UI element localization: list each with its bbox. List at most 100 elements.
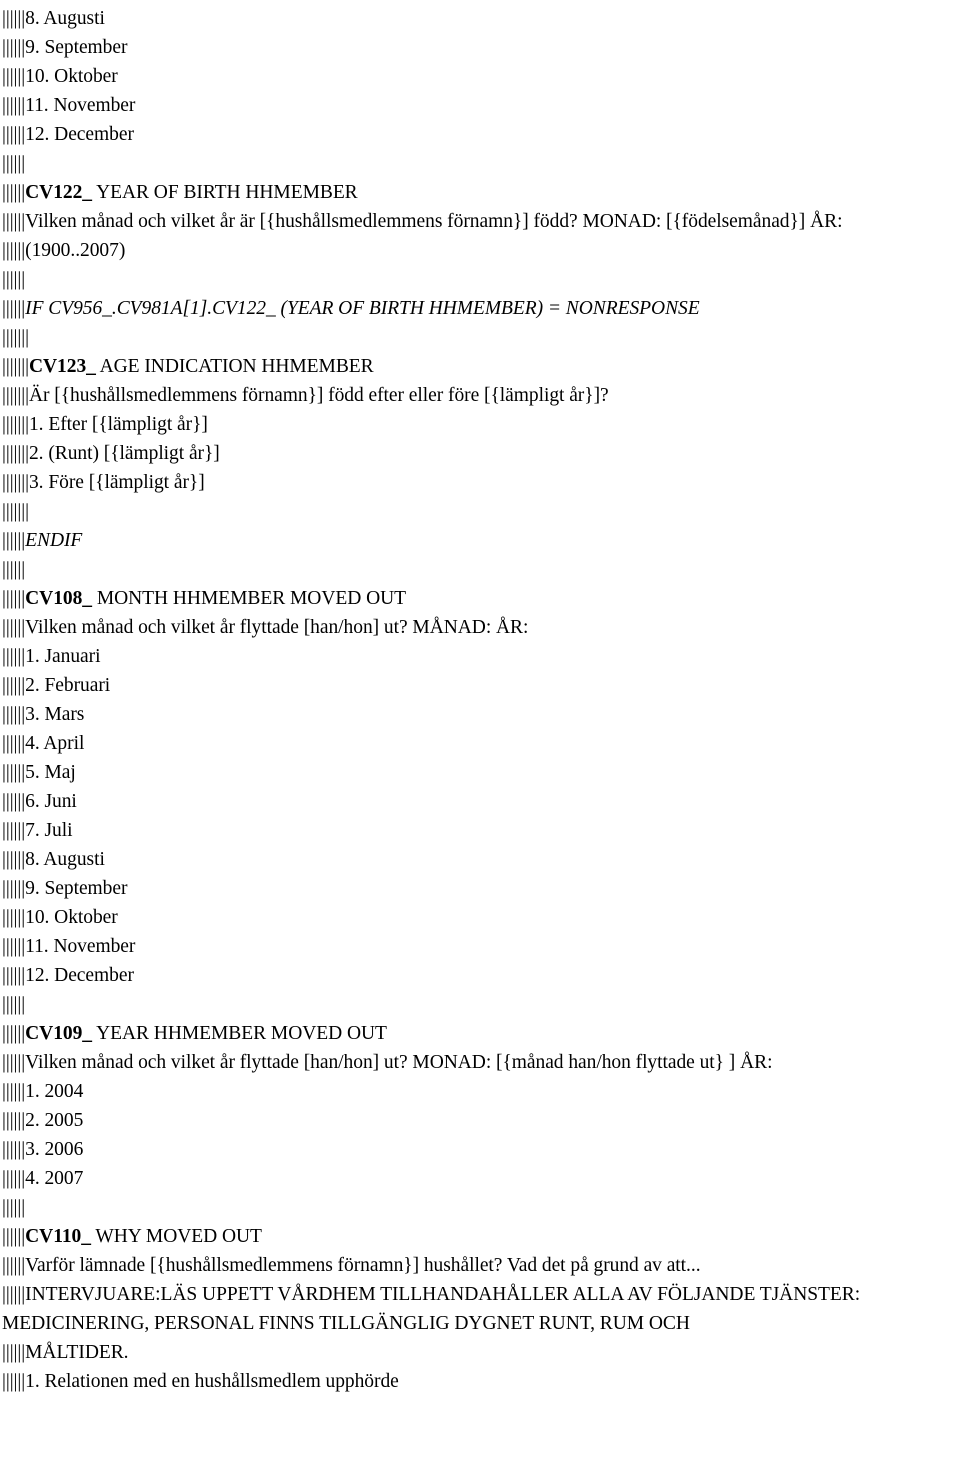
- codebook-line: ||||||1. Relationen med en hushållsmedle…: [2, 1367, 956, 1396]
- indent-pipes: ||||||: [2, 530, 26, 551]
- line-text: 10. Oktober: [25, 907, 118, 928]
- indent-pipes: ||||||: [2, 66, 26, 87]
- indent-pipes: ||||||: [2, 1371, 26, 1392]
- codebook-line: ||||||Varför lämnade [{hushållsmedlemmen…: [2, 1251, 956, 1280]
- variable-code: CV109_: [25, 1023, 92, 1044]
- indent-pipes: ||||||: [2, 994, 26, 1015]
- indent-pipes: ||||||: [2, 8, 26, 29]
- indent-pipes: ||||||: [2, 211, 26, 232]
- indent-pipes: ||||||: [2, 95, 26, 116]
- indent-pipes: ||||||: [2, 936, 26, 957]
- variable-title: YEAR HHMEMBER MOVED OUT: [92, 1023, 387, 1044]
- indent-pipes: ||||||: [2, 124, 26, 145]
- indent-pipes: ||||||: [2, 733, 26, 754]
- codebook-line: ||||||11. November: [2, 932, 956, 961]
- indent-pipes: |||||||: [2, 356, 29, 377]
- indent-pipes: ||||||: [2, 298, 26, 319]
- codebook-line: ||||||8. Augusti: [2, 845, 956, 874]
- codebook-line: ||||||CV108_ MONTH HHMEMBER MOVED OUT: [2, 584, 956, 613]
- codebook-line: |||||||Är [{hushållsmedlemmens förnamn}]…: [2, 381, 956, 410]
- codebook-line: ||||||Vilken månad och vilket år är [{hu…: [2, 207, 956, 236]
- routing-statement: ENDIF: [25, 530, 83, 551]
- indent-pipes: ||||||: [2, 762, 26, 783]
- codebook-line: ||||||: [2, 990, 956, 1019]
- indent-pipes: |||||||: [2, 327, 29, 348]
- line-text: 8. Augusti: [25, 8, 105, 29]
- line-text: Vilken månad och vilket år flyttade [han…: [25, 1052, 773, 1073]
- codebook-line: ||||||(1900..2007): [2, 236, 956, 265]
- codebook-line: |||||||2. (Runt) [{lämpligt år}]: [2, 439, 956, 468]
- indent-pipes: ||||||: [2, 269, 26, 290]
- line-text: 8. Augusti: [25, 849, 105, 870]
- variable-code: CV123_: [28, 356, 96, 377]
- line-text: 9. September: [25, 37, 128, 58]
- indent-pipes: ||||||: [2, 153, 26, 174]
- indent-pipes: ||||||: [2, 646, 26, 667]
- variable-title: YEAR OF BIRTH HHMEMBER: [92, 182, 358, 203]
- indent-pipes: ||||||: [2, 559, 26, 580]
- line-text: 1. Efter [{lämpligt år}]: [28, 414, 208, 435]
- indent-pipes: ||||||: [2, 588, 26, 609]
- codebook-line: ||||||3. 2006: [2, 1135, 956, 1164]
- indent-pipes: ||||||: [2, 1255, 26, 1276]
- line-text: Är [{hushållsmedlemmens förnamn}] född e…: [28, 385, 609, 406]
- codebook-line: ||||||5. Maj: [2, 758, 956, 787]
- codebook-line: ||||||11. November: [2, 91, 956, 120]
- variable-title: MONTH HHMEMBER MOVED OUT: [92, 588, 406, 609]
- indent-pipes: ||||||: [2, 1081, 26, 1102]
- codebook-line: ||||||2. Februari: [2, 671, 956, 700]
- line-text: 11. November: [25, 936, 136, 957]
- document-page: ||||||8. Augusti ||||||9. September ||||||…: [0, 0, 960, 1483]
- codebook-line: ||||||4. April: [2, 729, 956, 758]
- line-text: 4. April: [25, 733, 85, 754]
- codebook-line: ||||||INTERVJUARE:LÄS UPPETT VÅRDHEM TIL…: [2, 1280, 956, 1338]
- indent-pipes: ||||||: [2, 37, 26, 58]
- codebook-line: ||||||2. 2005: [2, 1106, 956, 1135]
- codebook-line: ||||||9. September: [2, 874, 956, 903]
- line-text: 12. December: [25, 124, 134, 145]
- variable-title: AGE INDICATION HHMEMBER: [95, 356, 374, 377]
- routing-statement: IF CV956_.CV981A[1].CV122_ (YEAR OF BIRT…: [25, 298, 700, 319]
- variable-code: CV122_: [25, 182, 92, 203]
- codebook-line: ||||||1. 2004: [2, 1077, 956, 1106]
- codebook-line: ||||||MÅLTIDER.: [2, 1338, 956, 1367]
- indent-pipes: ||||||: [2, 1284, 26, 1305]
- codebook-line: ||||||3. Mars: [2, 700, 956, 729]
- indent-pipes: |||||||: [2, 385, 29, 406]
- indent-pipes: ||||||: [2, 791, 26, 812]
- indent-pipes: ||||||: [2, 1168, 26, 1189]
- codebook-line: ||||||12. December: [2, 961, 956, 990]
- codebook-line: ||||||12. December: [2, 120, 956, 149]
- indent-pipes: ||||||: [2, 878, 26, 899]
- codebook-line: ||||||IF CV956_.CV981A[1].CV122_ (YEAR O…: [2, 294, 956, 323]
- line-text: Varför lämnade [{hushållsmedlemmens förn…: [25, 1255, 701, 1276]
- codebook-line: |||||||: [2, 323, 956, 352]
- line-text: Vilken månad och vilket år flyttade [han…: [25, 617, 529, 638]
- codebook-line: ||||||4. 2007: [2, 1164, 956, 1193]
- line-text: 2. Februari: [25, 675, 111, 696]
- codebook-line: ||||||Vilken månad och vilket år flyttad…: [2, 1048, 956, 1077]
- codebook-line: ||||||Vilken månad och vilket år flyttad…: [2, 613, 956, 642]
- line-text: 11. November: [25, 95, 136, 116]
- codebook-line: ||||||8. Augusti: [2, 4, 956, 33]
- indent-pipes: ||||||: [2, 182, 26, 203]
- line-text: 1. 2004: [25, 1081, 84, 1102]
- indent-pipes: ||||||: [2, 1226, 26, 1247]
- indent-pipes: |||||||: [2, 443, 29, 464]
- line-text: 3. Före [{lämpligt år}]: [28, 472, 205, 493]
- indent-pipes: ||||||: [2, 849, 26, 870]
- indent-pipes: ||||||: [2, 907, 26, 928]
- indent-pipes: ||||||: [2, 965, 26, 986]
- indent-pipes: ||||||: [2, 240, 26, 261]
- line-text: MÅLTIDER.: [25, 1342, 129, 1363]
- line-text: Vilken månad och vilket år är [{hushålls…: [25, 211, 843, 232]
- indent-pipes: ||||||: [2, 1023, 26, 1044]
- codebook-line: ||||||CV110_ WHY MOVED OUT: [2, 1222, 956, 1251]
- line-text: 10. Oktober: [25, 66, 118, 87]
- codebook-line: ||||||: [2, 1193, 956, 1222]
- indent-pipes: ||||||: [2, 1139, 26, 1160]
- line-text: 5. Maj: [25, 762, 76, 783]
- codebook-line: |||||||3. Före [{lämpligt år}]: [2, 468, 956, 497]
- codebook-line: ||||||6. Juni: [2, 787, 956, 816]
- indent-pipes: ||||||: [2, 1197, 26, 1218]
